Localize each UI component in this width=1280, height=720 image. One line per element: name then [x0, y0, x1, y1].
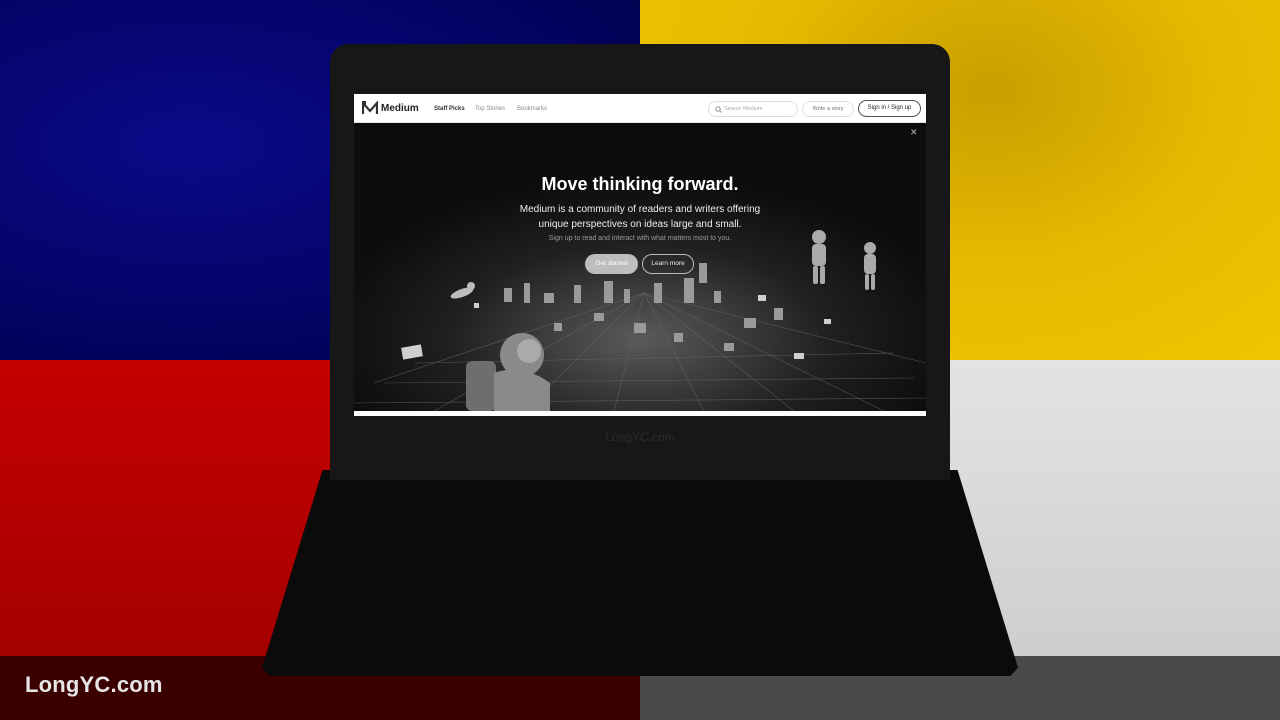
laptop-base — [262, 470, 1018, 676]
laptop-screen: Medium Staff Picks Top Stories Bookmarks… — [354, 94, 926, 416]
search-icon — [715, 106, 722, 113]
space-illustration — [354, 123, 926, 411]
get-started-button[interactable]: Get started — [585, 254, 638, 274]
laptop-watermark: LongYC.com — [605, 430, 675, 444]
sign-in-button[interactable]: Sign in / Sign up — [858, 100, 921, 117]
nav-top-stories[interactable]: Top Stories — [475, 106, 505, 112]
hero-note: Sign up to read and interact with what m… — [548, 235, 732, 242]
hero-title: Move thinking forward. — [541, 174, 739, 194]
hero-subtitle-line-1: Medium is a community of readers and wri… — [519, 204, 761, 215]
hero-subtitle: Medium is a community of readers and wri… — [354, 202, 926, 232]
learn-more-button[interactable]: Learn more — [642, 254, 694, 274]
nav-staff-picks[interactable]: Staff Picks — [434, 106, 465, 112]
search-input[interactable]: Search Medium — [708, 101, 798, 117]
close-icon[interactable]: ✕ — [910, 127, 918, 138]
corner-watermark: LongYC.com — [25, 672, 163, 697]
top-nav: Medium Staff Picks Top Stories Bookmarks… — [354, 94, 926, 123]
hero-subtitle-line-2: unique perspectives on ideas large and s… — [538, 219, 742, 230]
medium-logo-icon[interactable] — [362, 101, 378, 115]
brand-name[interactable]: Medium — [381, 103, 419, 114]
write-story-button[interactable]: Write a story — [802, 101, 854, 117]
hero-banner: ✕ Move thinking forward. Medium is a com… — [354, 123, 926, 411]
search-placeholder: Search Medium — [724, 106, 763, 112]
nav-bookmarks[interactable]: Bookmarks — [517, 106, 547, 112]
